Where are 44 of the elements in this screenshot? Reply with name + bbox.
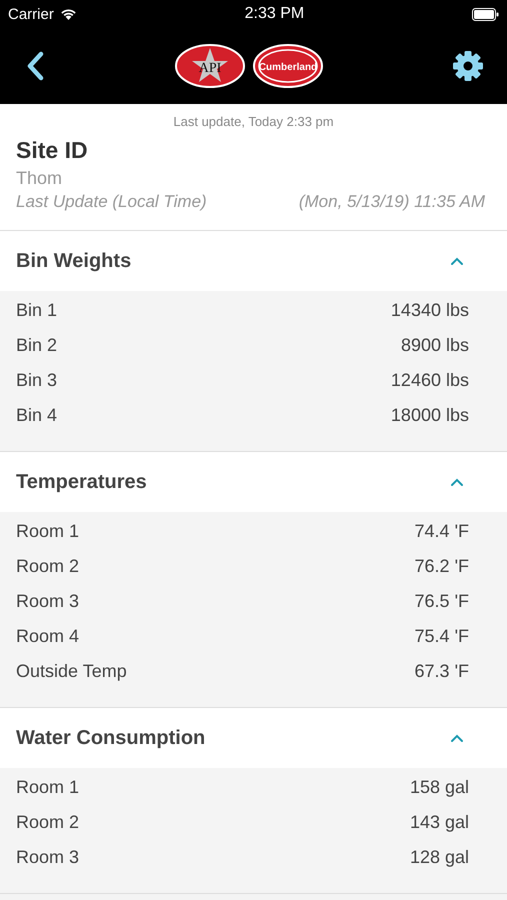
row-value: 76.2 'F xyxy=(414,556,469,577)
section-header[interactable]: Water Consumption xyxy=(0,708,507,768)
carrier-label: Carrier xyxy=(8,6,54,22)
site-name: Thom xyxy=(16,168,64,189)
row-label: Outside Temp xyxy=(16,661,127,682)
row-value: 14340 lbs xyxy=(390,300,469,321)
row-label: Bin 4 xyxy=(16,405,58,426)
chevron-icon[interactable] xyxy=(450,478,464,486)
status-time: 2:33 PM xyxy=(244,5,304,23)
chevron-icon[interactable] xyxy=(450,734,464,742)
row-value: 74.4 'F xyxy=(414,521,469,542)
row-label: Room 2 xyxy=(16,812,80,833)
row-label: Room 3 xyxy=(16,847,80,868)
row-value: 67.3 'F xyxy=(414,661,469,682)
section-title: Water Consumption xyxy=(16,726,206,750)
row-label: Room 4 xyxy=(16,626,80,647)
site-title: Site ID xyxy=(16,137,89,164)
last-update-value: (Mon, 5/13/19) 11:35 AM xyxy=(298,192,485,212)
row-value: 143 gal xyxy=(410,812,469,833)
row-label: Bin 1 xyxy=(16,300,58,321)
row-value: 76.5 'F xyxy=(414,591,469,612)
row-label: Bin 2 xyxy=(16,335,58,356)
last-update-label: Last Update (Local Time) xyxy=(16,192,207,212)
row-label: Bin 3 xyxy=(16,370,58,391)
back-icon[interactable] xyxy=(25,51,45,81)
row-value: 8900 lbs xyxy=(400,335,469,356)
chevron-icon[interactable] xyxy=(450,256,464,266)
settings-icon[interactable] xyxy=(452,50,484,82)
row-label: Room 1 xyxy=(16,521,80,542)
row-label: Room 2 xyxy=(16,556,80,577)
last-refresh-text: Last update, Today 2:33 pm xyxy=(172,114,335,129)
section-header[interactable]: Temperatures xyxy=(0,452,507,512)
row-value: 12460 lbs xyxy=(390,370,469,391)
row-value: 158 gal xyxy=(410,777,469,798)
wifi-icon xyxy=(60,8,77,20)
row-value: 128 gal xyxy=(410,847,469,868)
row-value: 75.4 'F xyxy=(414,626,469,647)
section-header[interactable]: Bin Weights xyxy=(0,231,507,291)
row-label: Room 1 xyxy=(16,777,80,798)
row-value: 18000 lbs xyxy=(390,405,469,426)
section-title: Temperatures xyxy=(16,470,147,494)
row-label: Room 3 xyxy=(16,591,80,612)
battery-icon xyxy=(472,8,499,20)
section-title: Bin Weights xyxy=(16,250,132,272)
